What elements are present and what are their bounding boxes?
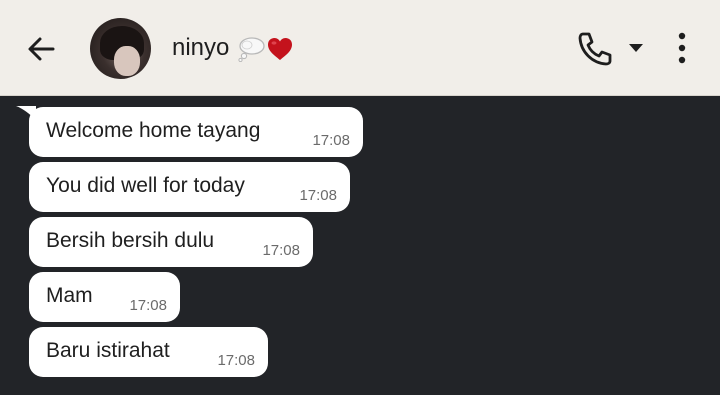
message-text: You did well for today (46, 174, 245, 197)
message-time: 17:08 (217, 352, 255, 369)
avatar[interactable] (90, 18, 151, 79)
more-vertical-icon (678, 32, 686, 64)
message-bubble[interactable]: You did well for today 17:08 (29, 162, 350, 212)
call-options-dropdown[interactable] (626, 40, 646, 56)
back-button[interactable] (22, 30, 60, 68)
message-bubble[interactable]: Bersih bersih dulu 17:08 (29, 217, 313, 267)
avatar-face (114, 46, 140, 76)
voice-call-button[interactable] (574, 30, 614, 66)
red-heart-icon (268, 38, 292, 60)
message-text: Welcome home tayang (46, 119, 261, 142)
thought-balloon-icon (238, 37, 265, 62)
phone-icon (578, 32, 612, 66)
message-bubble[interactable]: Baru istirahat 17:08 (29, 327, 268, 377)
message-time: 17:08 (299, 187, 337, 204)
message-time: 17:08 (262, 242, 300, 259)
more-options-button[interactable] (670, 30, 694, 66)
message-bubble[interactable]: Welcome home tayang 17:08 (29, 107, 363, 157)
back-arrow-icon (28, 37, 55, 61)
contact-name[interactable]: ninyo (172, 34, 229, 62)
message-text: Mam (46, 284, 93, 307)
message-time: 17:08 (129, 297, 167, 314)
message-text: Baru istirahat (46, 339, 170, 362)
chat-header: ninyo (0, 0, 720, 96)
message-text: Bersih bersih dulu (46, 229, 215, 252)
message-bubble[interactable]: Mam 17:08 (29, 272, 180, 322)
caret-down-icon (629, 44, 643, 52)
message-time: 17:08 (312, 132, 350, 149)
